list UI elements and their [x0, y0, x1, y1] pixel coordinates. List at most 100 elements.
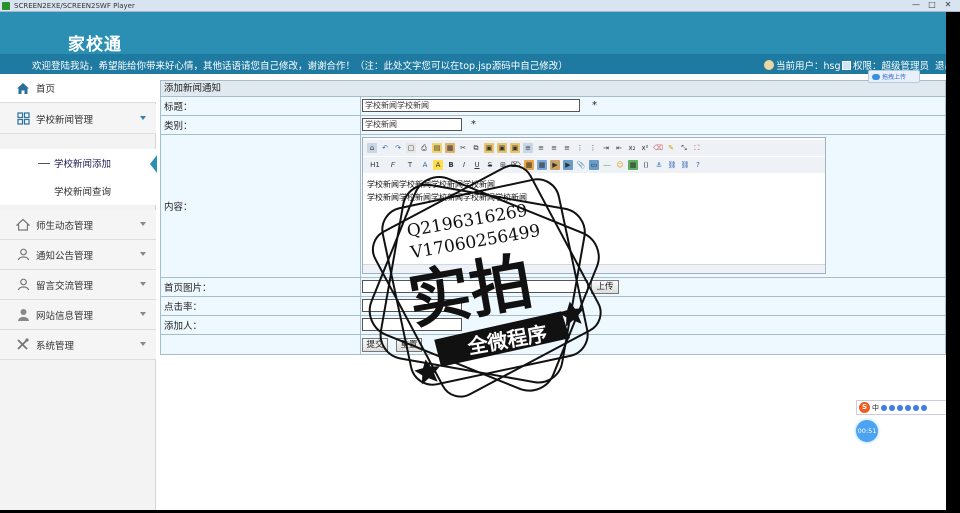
- sidebar-group-teacher-student[interactable]: 师生动态管理: [0, 210, 156, 240]
- submit-button[interactable]: 提交: [362, 338, 388, 352]
- paste-word-icon[interactable]: ▣: [510, 143, 520, 153]
- undo-icon[interactable]: ↶: [380, 143, 390, 153]
- copy-icon[interactable]: ⧉: [471, 143, 481, 153]
- clicks-label: 点击率：: [161, 297, 361, 315]
- ime-mode[interactable]: 中: [872, 403, 879, 413]
- reset-button[interactable]: 重置: [396, 338, 422, 352]
- unordered-list-icon[interactable]: ⋮: [588, 143, 598, 153]
- bold-icon[interactable]: B: [446, 160, 456, 170]
- ordered-list-icon[interactable]: ⋮: [575, 143, 585, 153]
- link-icon[interactable]: ⛓: [667, 160, 677, 170]
- permission-icon: [842, 60, 851, 70]
- image-icon[interactable]: ▦: [524, 160, 534, 170]
- template-icon[interactable]: ▦: [445, 143, 455, 153]
- emoji-icon[interactable]: [889, 404, 895, 411]
- editor-content[interactable]: 学校新闻学校新闻学校新闻学校新闻 学校新闻学校新闻学校新闻学校新闻学校新闻: [365, 176, 823, 264]
- chevron-down-icon: [140, 252, 146, 256]
- multi-image-icon[interactable]: ▦: [537, 160, 547, 170]
- drag-upload-chip[interactable]: 拖拽上传: [868, 70, 920, 83]
- skin-icon[interactable]: [913, 404, 919, 411]
- drag-upload-label: 拖拽上传: [882, 74, 907, 81]
- unlink-icon[interactable]: ⛓: [680, 160, 690, 170]
- sidebar-group-school-news[interactable]: 学校新闻管理: [0, 104, 156, 134]
- sidebar-group-site-info[interactable]: 网站信息管理: [0, 300, 156, 330]
- attachment-icon[interactable]: 📎: [576, 160, 586, 170]
- media-icon[interactable]: ▶: [563, 160, 573, 170]
- superscript-icon[interactable]: x²: [640, 143, 650, 153]
- align-center-icon[interactable]: ≡: [536, 143, 546, 153]
- align-left-icon[interactable]: ≡: [523, 143, 533, 153]
- author-label: 添加人：: [161, 316, 361, 334]
- subscript-icon[interactable]: x₂: [627, 143, 637, 153]
- brush-icon[interactable]: ✎: [666, 143, 676, 153]
- clicks-input[interactable]: [362, 299, 462, 312]
- dash-icon: [38, 191, 50, 192]
- category-input[interactable]: 学校新闻: [362, 118, 462, 131]
- user-icon: [764, 60, 774, 70]
- chevron-down-icon: [140, 282, 146, 286]
- cut-icon[interactable]: ✂: [458, 143, 468, 153]
- eraser-icon[interactable]: ⌦: [511, 160, 521, 170]
- ime-toolbar[interactable]: S 中: [856, 400, 946, 415]
- keyboard-icon[interactable]: [905, 404, 911, 411]
- right-dark-strip: [946, 12, 960, 510]
- sidebar-item-news-query[interactable]: 学校新闻查询: [0, 177, 156, 205]
- select-all-icon[interactable]: ⤡: [679, 143, 689, 153]
- outdent-icon[interactable]: ⇤: [614, 143, 624, 153]
- sidebar-item-home[interactable]: 首页: [0, 74, 156, 103]
- map-icon[interactable]: ▦: [628, 160, 638, 170]
- sidebar-group-system[interactable]: 系统管理: [0, 330, 156, 360]
- image-input[interactable]: [362, 280, 588, 293]
- flash-icon[interactable]: ▶: [550, 160, 560, 170]
- italic-icon[interactable]: I: [459, 160, 469, 170]
- title-input[interactable]: 学校新闻学校新闻: [362, 99, 580, 112]
- sidebar-item-news-add[interactable]: 学校新闻添加: [0, 149, 157, 177]
- underline-icon[interactable]: U: [472, 160, 482, 170]
- editor-toolbar-top: ⌂ ↶ ↷ ▢ ⎙ ▤ ▦ ✂ ⧉ ▣ ▣ ▣ ≡ ≡ ≡ ≡ ⋮ ⋮ ⇥ ⇤ …: [363, 140, 825, 156]
- redo-icon[interactable]: ↷: [393, 143, 403, 153]
- title-label: 标题：: [161, 97, 361, 115]
- sidebar-group-messages[interactable]: 留言交流管理: [0, 270, 156, 300]
- active-indicator: [150, 155, 157, 173]
- heading-icon[interactable]: H1: [367, 160, 383, 170]
- mic-icon[interactable]: [897, 404, 903, 411]
- highlight-icon[interactable]: A: [433, 160, 443, 170]
- tools-icon[interactable]: [921, 404, 927, 411]
- print-icon[interactable]: ⎙: [419, 143, 429, 153]
- anchor-icon[interactable]: ⚓: [654, 160, 664, 170]
- font-family-icon[interactable]: 𝐹: [386, 160, 400, 170]
- minimize-button[interactable]: —: [908, 0, 924, 11]
- recording-timer: 00:51: [856, 420, 878, 442]
- hr-icon[interactable]: ―: [602, 160, 612, 170]
- paste-icon[interactable]: ▣: [484, 143, 494, 153]
- punct-icon[interactable]: [881, 404, 887, 411]
- author-input[interactable]: [362, 318, 462, 331]
- upload-button[interactable]: 上传: [591, 280, 619, 294]
- tools-icon: [16, 338, 30, 351]
- news-add-form: 添加新闻通知 标题： 学校新闻学校新闻 * 类别： 学校新闻 * 内容： ⌂ ↶: [160, 80, 946, 358]
- paste-text-icon[interactable]: ▣: [497, 143, 507, 153]
- help-icon[interactable]: ?: [693, 160, 703, 170]
- sidebar-item-label: 学校新闻查询: [54, 187, 112, 198]
- close-button[interactable]: ✕: [940, 0, 956, 11]
- maximize-button[interactable]: □: [924, 0, 940, 11]
- fullscreen-icon[interactable]: ⛶: [692, 143, 702, 153]
- font-size-icon[interactable]: T: [403, 160, 417, 170]
- align-right-icon[interactable]: ≡: [549, 143, 559, 153]
- preview-icon[interactable]: ▤: [432, 143, 442, 153]
- indent-icon[interactable]: ⇥: [601, 143, 611, 153]
- editor-toolbar-bottom: H1 𝐹 T A A B I U S ⊞ ⌦ ▦ ▦ ▶ ▶ 📎 ▭ ― ☺ ▦…: [363, 157, 825, 173]
- table-icon[interactable]: ⊞: [498, 160, 508, 170]
- new-doc-icon[interactable]: ▢: [406, 143, 416, 153]
- font-color-icon[interactable]: A: [420, 160, 430, 170]
- strikethrough-icon[interactable]: S: [485, 160, 495, 170]
- align-justify-icon[interactable]: ≡: [562, 143, 572, 153]
- sidebar-group-notices[interactable]: 通知公告管理: [0, 240, 156, 270]
- rich-text-editor[interactable]: ⌂ ↶ ↷ ▢ ⎙ ▤ ▦ ✂ ⧉ ▣ ▣ ▣ ≡ ≡ ≡ ≡ ⋮ ⋮ ⇥ ⇤ …: [362, 137, 826, 274]
- clear-format-icon[interactable]: ⌫: [653, 143, 663, 153]
- source-icon[interactable]: ⌂: [367, 143, 377, 153]
- insert-table-icon[interactable]: ▭: [589, 160, 599, 170]
- code-icon[interactable]: ⟨⟩: [641, 160, 651, 170]
- emoticon-icon[interactable]: ☺: [615, 160, 625, 170]
- logout-link[interactable]: 退出: [935, 58, 946, 72]
